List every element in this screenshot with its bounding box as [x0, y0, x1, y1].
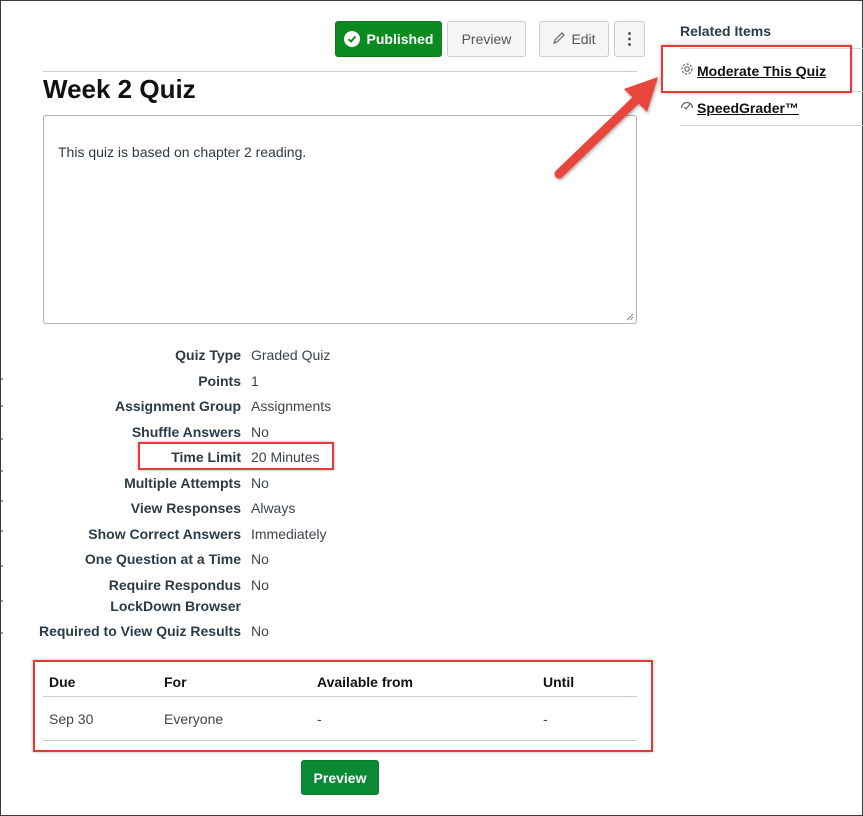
related-items-heading: Related Items — [680, 23, 772, 39]
pencil-icon — [552, 31, 566, 48]
page-title: Week 2 Quiz — [43, 74, 196, 104]
detail-label: Assignment Group — [114, 398, 241, 414]
detail-value: Graded Quiz — [251, 347, 331, 363]
detail-value: No — [251, 551, 269, 567]
quiz-toolbar: Published Preview Edit ⋮ — [335, 21, 645, 57]
speedgrader-icon — [680, 99, 694, 116]
detail-row-quiz-type: Quiz Type Graded Quiz — [1, 344, 641, 370]
preview-button[interactable]: Preview — [447, 21, 526, 57]
detail-value: 1 — [251, 372, 259, 389]
published-button[interactable]: Published — [335, 21, 442, 57]
detail-label: Required to View Quiz Results — [38, 622, 241, 639]
speedgrader-link[interactable]: SpeedGrader™ — [680, 99, 799, 116]
header-divider — [43, 71, 637, 72]
detail-row-required-results: Required to View Quiz Results No — [1, 620, 641, 646]
quiz-details: Quiz Type Graded Quiz Points 1 Assignmen… — [1, 344, 641, 645]
preview-quiz-label: Preview — [313, 769, 367, 786]
detail-label: Multiple Attempts — [124, 474, 241, 491]
detail-row-view-responses: View Responses Always — [1, 497, 641, 523]
quiz-description: This quiz is based on chapter 2 reading. — [43, 115, 637, 324]
highlight-time-limit — [138, 442, 334, 470]
detail-row-lockdown-browser: Require Respondus LockDown Browser No — [1, 574, 641, 620]
detail-value: Always — [251, 500, 296, 516]
detail-label: View Responses — [130, 500, 241, 516]
resize-handle-icon[interactable] — [626, 313, 634, 321]
detail-label: Quiz Type — [175, 347, 241, 363]
sidebar-divider — [680, 125, 863, 126]
speedgrader-label: SpeedGrader™ — [697, 99, 799, 116]
description-text: This quiz is based on chapter 2 reading. — [58, 144, 307, 160]
detail-label: Show Correct Answers — [88, 525, 241, 542]
highlight-moderate-quiz — [661, 45, 852, 93]
preview-label: Preview — [461, 31, 512, 47]
preview-quiz-button[interactable]: Preview — [301, 760, 379, 795]
more-options-button[interactable]: ⋮ — [614, 21, 645, 57]
published-label: Published — [366, 31, 434, 47]
edit-label: Edit — [571, 31, 596, 47]
detail-label: Require Respondus LockDown Browser — [108, 576, 241, 614]
detail-label: One Question at a Time — [84, 551, 241, 567]
edit-button[interactable]: Edit — [539, 21, 609, 57]
detail-value: No — [251, 622, 269, 639]
kebab-icon: ⋮ — [621, 31, 638, 48]
detail-row-assignment-group: Assignment Group Assignments — [1, 395, 641, 421]
detail-value: No — [251, 474, 269, 491]
check-circle-icon — [343, 31, 360, 47]
detail-row-one-question: One Question at a Time No — [1, 548, 641, 574]
detail-row-show-correct-answers: Show Correct Answers Immediately — [1, 523, 641, 549]
detail-value: No — [251, 576, 269, 593]
detail-row-multiple-attempts: Multiple Attempts No — [1, 472, 641, 498]
detail-row-points: Points 1 — [1, 370, 641, 396]
highlight-due-table — [33, 660, 653, 752]
detail-label: Points — [198, 372, 241, 389]
edge-marks-icon — [1, 378, 3, 634]
detail-value: Immediately — [251, 525, 327, 542]
detail-value: Assignments — [251, 398, 332, 414]
